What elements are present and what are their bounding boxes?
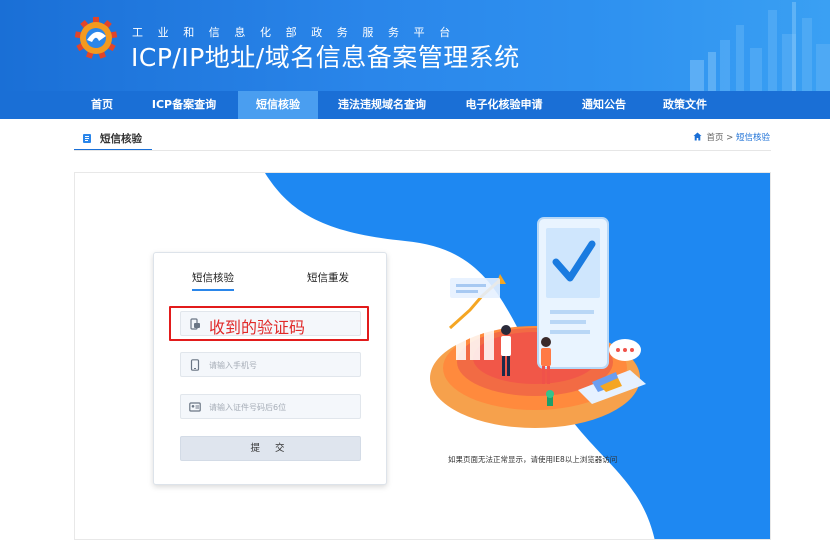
id-number-field[interactable]: 请输入证件号码后6位 bbox=[180, 394, 361, 419]
tab-sms-resend[interactable]: 短信重发 bbox=[307, 270, 349, 285]
phone-field[interactable]: 请输入手机号 bbox=[180, 352, 361, 377]
phone-field-placeholder: 请输入手机号 bbox=[209, 361, 257, 370]
main-nav: 首页 ICP备案查询 短信核验 违法违规域名查询 电子化核验申请 通知公告 政策… bbox=[0, 91, 830, 119]
divider bbox=[74, 150, 771, 151]
id-card-icon bbox=[189, 402, 201, 412]
breadcrumb-home-link[interactable]: 首页 bbox=[706, 133, 723, 143]
header-banner: 工业和信息化部政务服务平台 ICP/IP地址/域名信息备案管理系统 bbox=[0, 0, 830, 91]
sms-icon bbox=[190, 318, 200, 330]
submit-button[interactable]: 提 交 bbox=[180, 436, 361, 461]
city-skyline-decoration bbox=[690, 2, 830, 91]
nav-item-home[interactable]: 首页 bbox=[80, 91, 124, 119]
id-number-field-placeholder: 请输入证件号码后6位 bbox=[209, 403, 287, 412]
document-icon bbox=[83, 134, 91, 143]
browser-notice: 如果页面无法正常显示，请使用IE8以上浏览器访问 bbox=[448, 455, 618, 464]
site-title: ICP/IP地址/域名信息备案管理系统 bbox=[131, 43, 520, 72]
ministry-logo-icon bbox=[74, 17, 118, 59]
tab-sms-verify[interactable]: 短信核验 bbox=[192, 270, 234, 291]
breadcrumb: 首页 > 短信核验 bbox=[693, 131, 770, 143]
nav-item-e-verify-apply[interactable]: 电子化核验申请 bbox=[457, 91, 551, 119]
verification-illustration bbox=[430, 217, 646, 428]
code-field-value: 收到的验证码 bbox=[209, 318, 306, 337]
home-icon bbox=[693, 132, 702, 141]
nav-item-icp-query[interactable]: ICP备案查询 bbox=[143, 91, 225, 119]
section-title: 短信核验 bbox=[74, 129, 152, 151]
code-field[interactable]: 收到的验证码 bbox=[180, 311, 361, 337]
nav-item-illegal-domain-query[interactable]: 违法违规域名查询 bbox=[330, 91, 434, 119]
nav-item-policy-docs[interactable]: 政策文件 bbox=[653, 91, 717, 119]
mobile-icon bbox=[190, 359, 200, 371]
breadcrumb-current: 短信核验 bbox=[735, 133, 770, 143]
section-title-text: 短信核验 bbox=[100, 133, 142, 145]
nav-item-sms-verify[interactable]: 短信核验 bbox=[238, 91, 318, 119]
nav-item-notices[interactable]: 通知公告 bbox=[572, 91, 636, 119]
sms-verify-card: 短信核验 短信重发 收到的验证码 请输入手机号 请输入证件号码后6位 提 交 bbox=[153, 252, 387, 485]
breadcrumb-separator: > bbox=[726, 133, 734, 143]
